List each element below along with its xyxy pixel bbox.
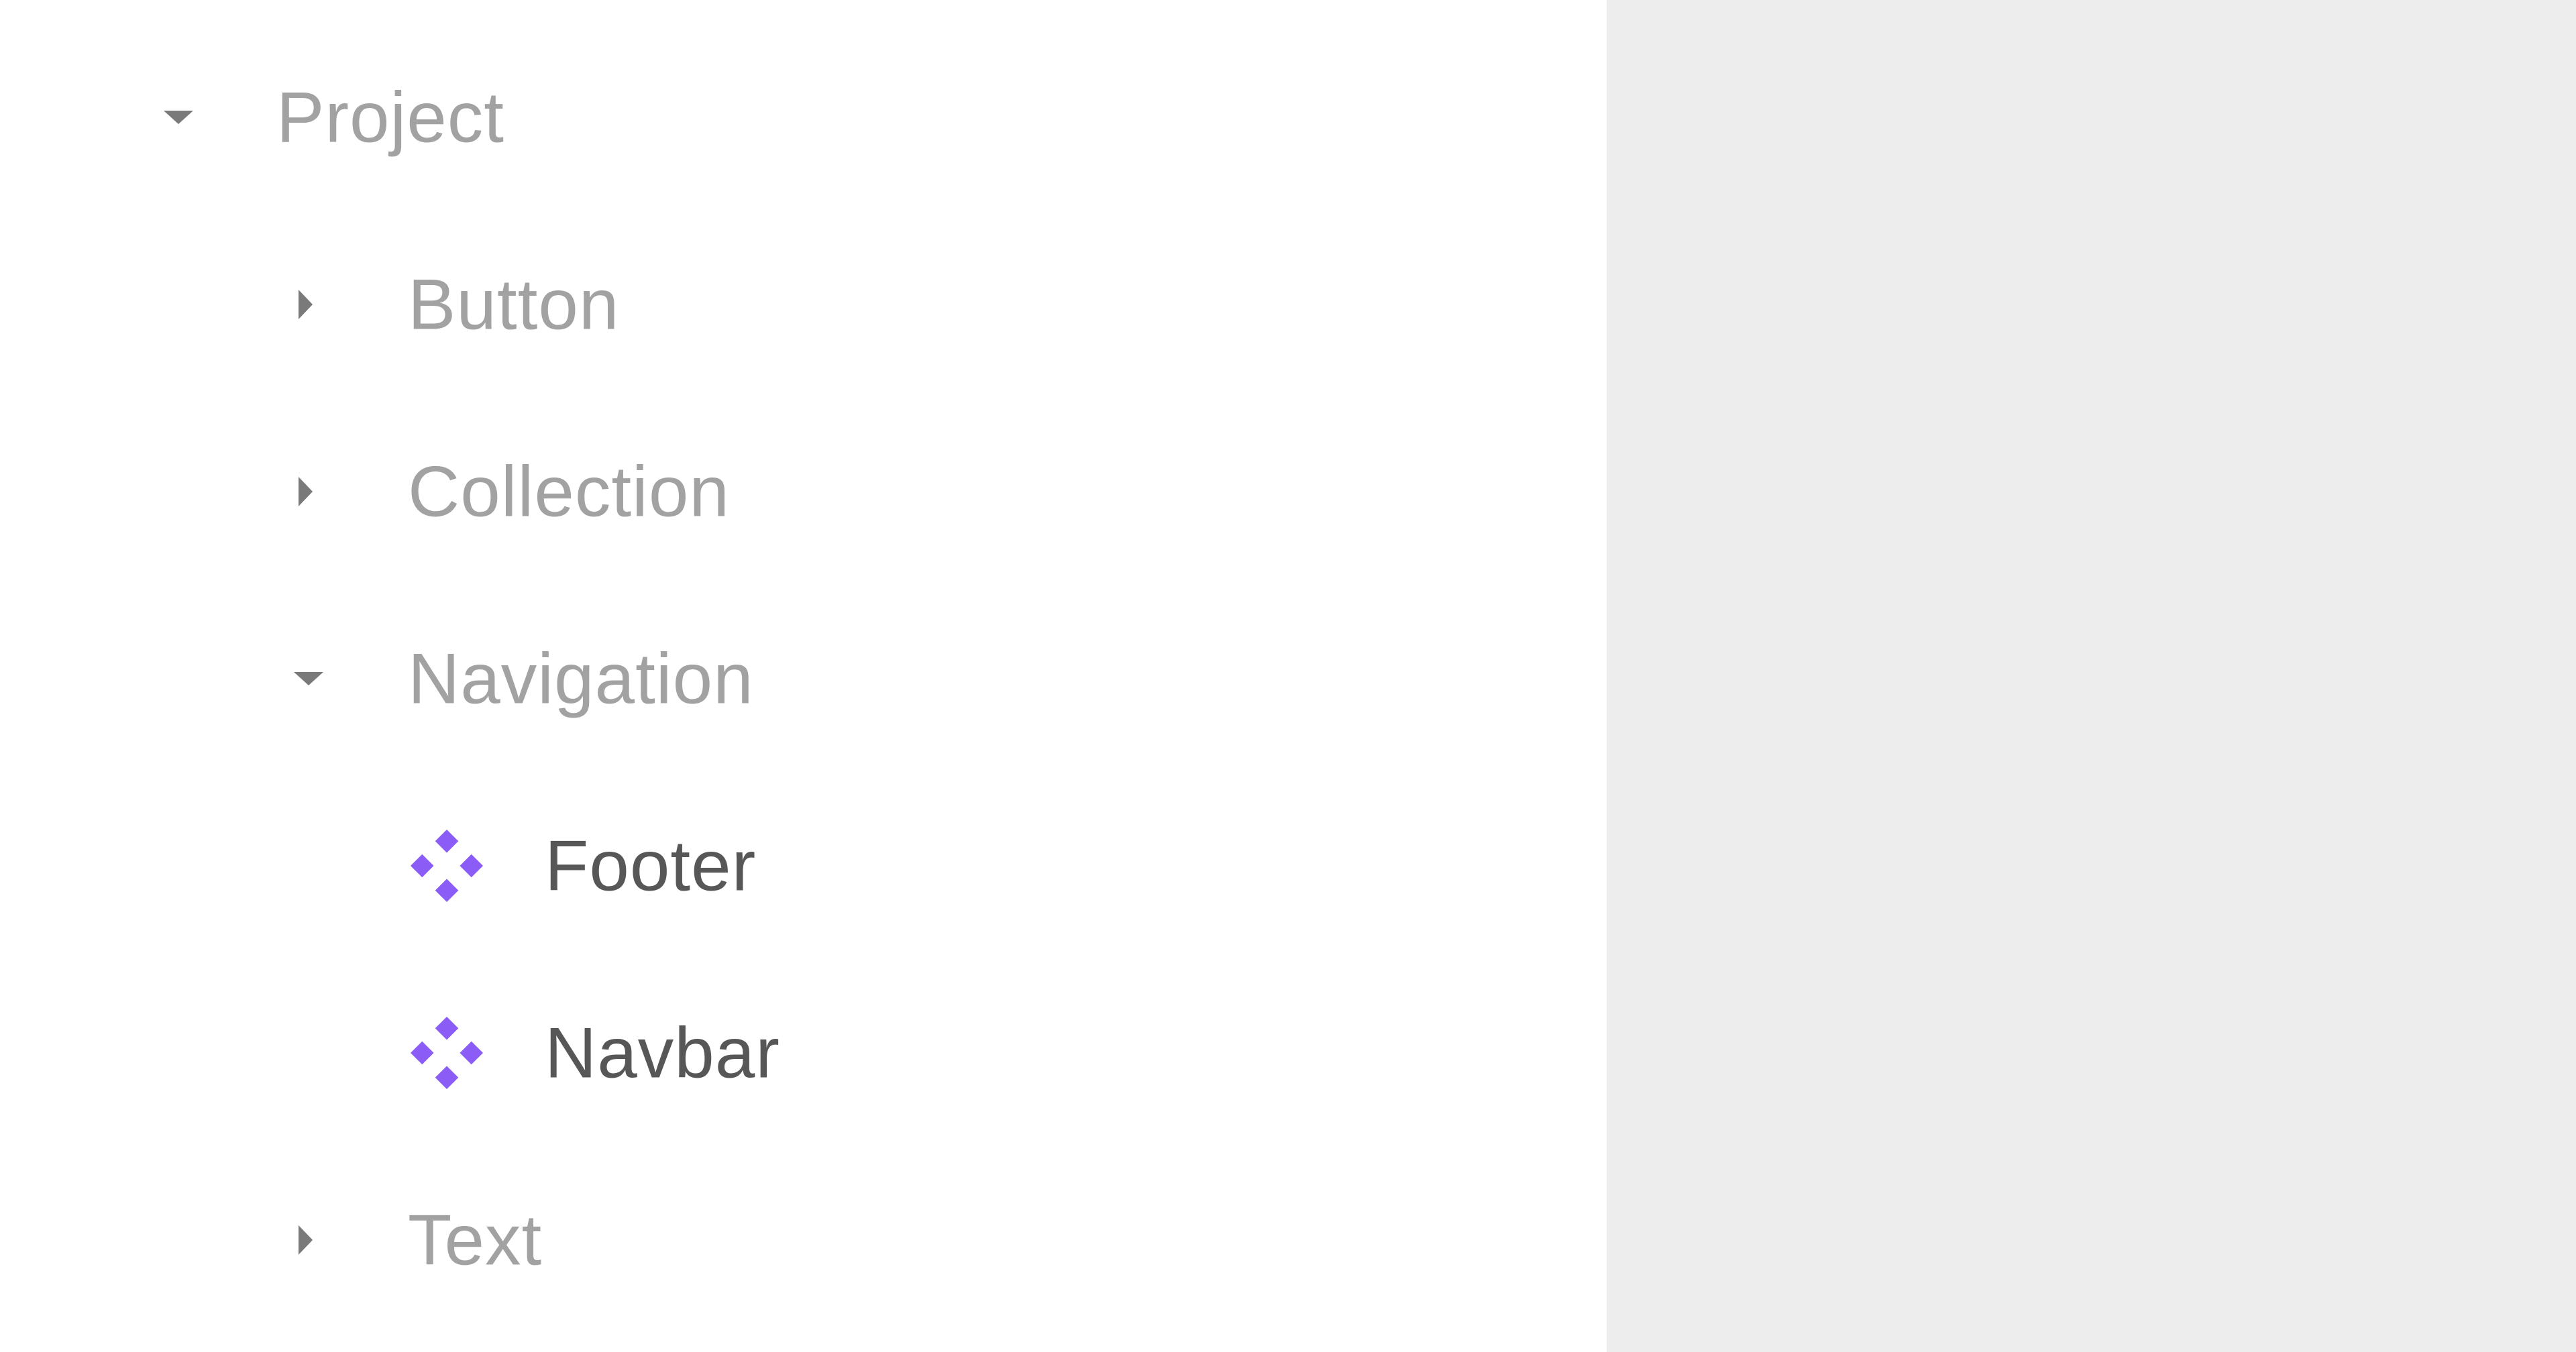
layer-label-collection: Collection [408,451,730,531]
chevron-right-icon[interactable] [299,289,313,319]
layers-panel: Project Button Collection Navigation Foo… [0,0,1607,1352]
chevron-down-icon[interactable] [164,110,193,124]
component-icon [411,829,483,902]
layer-row-navigation[interactable]: Navigation [0,585,1607,772]
layer-row-text[interactable]: Text [0,1146,1607,1333]
layer-label-navbar: Navbar [545,1012,780,1092]
layer-label-project: Project [276,76,505,157]
app-window: Project Button Collection Navigation Foo… [0,0,2576,1352]
layer-label-footer: Footer [545,825,757,905]
chevron-right-icon[interactable] [299,476,313,506]
layer-row-collection[interactable]: Collection [0,398,1607,585]
layer-row-button[interactable]: Button [0,211,1607,398]
component-icon [411,1016,483,1089]
layer-label-text: Text [408,1199,543,1280]
layer-label-button: Button [408,264,620,344]
canvas-area[interactable] [1607,0,2576,1352]
chevron-down-icon[interactable] [294,671,323,685]
layer-row-navbar[interactable]: Navbar [0,959,1607,1146]
layer-label-navigation: Navigation [408,638,754,718]
layer-row-project[interactable]: Project [0,23,1607,211]
chevron-right-icon[interactable] [299,1225,313,1255]
layer-row-footer[interactable]: Footer [0,772,1607,959]
